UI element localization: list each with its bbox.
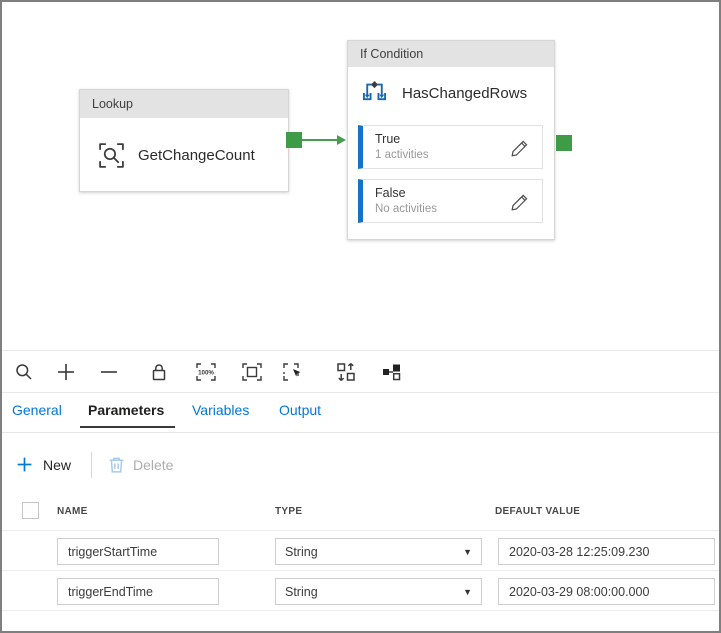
parameters-command-bar: New Delete (2, 442, 719, 486)
tab-general[interactable]: General (12, 402, 62, 418)
auto-align-icon[interactable] (334, 360, 358, 384)
parameter-default-value-input[interactable] (498, 538, 715, 565)
zoom-to-fit-icon[interactable] (240, 360, 264, 384)
config-tabstrip: General Parameters Variables Output (2, 394, 719, 432)
connector-arrowhead-icon (337, 135, 346, 145)
connector-line (302, 139, 338, 141)
delete-button-label: Delete (133, 457, 173, 473)
lookup-icon (98, 142, 125, 169)
new-button-label: New (43, 457, 71, 473)
if-condition-icon (361, 81, 388, 106)
lock-canvas-icon[interactable] (147, 360, 171, 384)
parameter-type-value: String (285, 545, 318, 559)
if-condition-activity-node[interactable]: If Condition HasChan (347, 40, 555, 240)
chevron-down-icon: ▼ (463, 547, 472, 557)
zoom-level-label: 100% (198, 370, 214, 377)
divider (2, 530, 719, 531)
tab-variables[interactable]: Variables (192, 402, 249, 418)
if-condition-output-port[interactable] (556, 135, 572, 151)
active-tab-indicator (80, 426, 175, 428)
zoom-out-icon[interactable] (97, 360, 121, 384)
edit-pencil-icon[interactable] (510, 192, 530, 212)
parameter-name-input[interactable] (57, 578, 219, 605)
tab-output[interactable]: Output (279, 402, 321, 418)
multi-select-icon[interactable] (281, 360, 305, 384)
lookup-output-port[interactable] (286, 132, 302, 148)
divider (2, 570, 719, 571)
lookup-activity-node[interactable]: Lookup GetChangeCount (79, 89, 289, 192)
divider (91, 452, 92, 478)
false-branch-card[interactable]: False No activities (358, 179, 543, 223)
false-branch-label: False (375, 186, 532, 200)
parameter-default-value-input[interactable] (498, 578, 715, 605)
lookup-activity-name: GetChangeCount (138, 147, 255, 164)
canvas-toolbar: 100% (2, 350, 719, 393)
parameter-type-dropdown[interactable]: String ▼ (275, 578, 482, 605)
reset-zoom-icon[interactable]: 100% (194, 360, 218, 384)
select-all-checkbox[interactable] (22, 502, 39, 519)
column-header-type: TYPE (275, 506, 302, 517)
column-header-default-value: DEFAULT VALUE (495, 506, 580, 517)
layout-icon[interactable] (380, 360, 404, 384)
column-header-name: NAME (57, 506, 88, 517)
chevron-down-icon: ▼ (463, 587, 472, 597)
pipeline-canvas[interactable]: Lookup GetChangeCount If Condition (2, 2, 719, 348)
true-branch-label: True (375, 132, 532, 146)
divider (2, 610, 719, 611)
new-parameter-button[interactable]: New (16, 454, 82, 478)
if-condition-activity-name: HasChangedRows (402, 85, 527, 102)
trash-icon (107, 455, 126, 474)
parameter-name-input[interactable] (57, 538, 219, 565)
parameter-type-dropdown[interactable]: String ▼ (275, 538, 482, 565)
true-branch-card[interactable]: True 1 activities (358, 125, 543, 169)
true-branch-activity-count: 1 activities (375, 149, 532, 161)
tab-parameters[interactable]: Parameters (88, 402, 164, 418)
search-icon[interactable] (12, 360, 36, 384)
plus-icon (16, 456, 33, 473)
delete-parameter-button[interactable]: Delete (107, 454, 187, 478)
lookup-activity-type-label: Lookup (80, 90, 288, 118)
if-condition-activity-type-label: If Condition (348, 41, 554, 67)
pipeline-editor: Lookup GetChangeCount If Condition (0, 0, 721, 633)
parameter-type-value: String (285, 585, 318, 599)
zoom-in-icon[interactable] (54, 360, 78, 384)
false-branch-activity-count: No activities (375, 203, 532, 215)
divider (2, 432, 719, 433)
edit-pencil-icon[interactable] (510, 138, 530, 158)
